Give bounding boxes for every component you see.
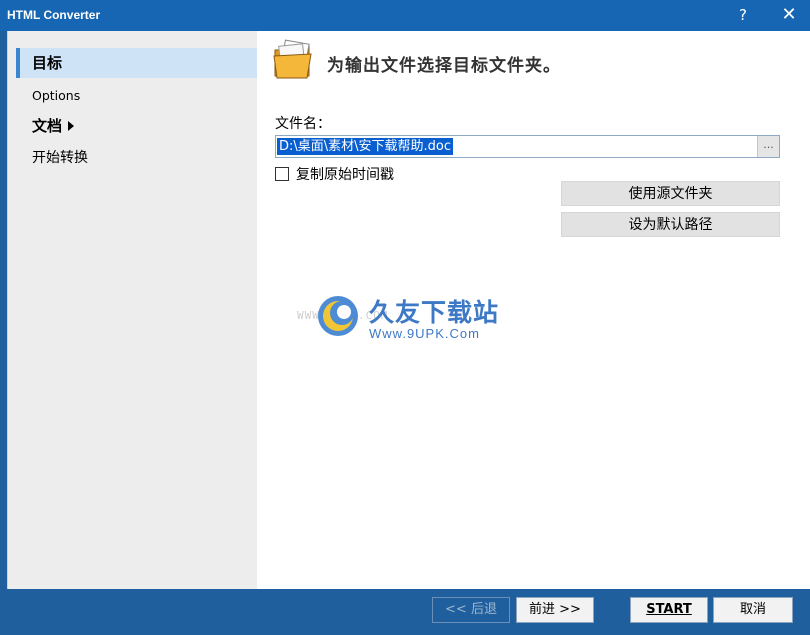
copy-timestamp-label: 复制原始时间戳 (296, 167, 394, 183)
watermark-logo-icon (318, 296, 358, 336)
window-title: HTML Converter (7, 8, 101, 22)
copy-timestamp-checkbox[interactable] (275, 167, 289, 181)
watermark-url: Www.9UPK.Com (369, 326, 480, 341)
file-name-label: 文件名： (275, 116, 331, 132)
title-bar: HTML Converter ? ✕ (0, 0, 810, 31)
close-button[interactable]: ✕ (774, 4, 804, 26)
help-button[interactable]: ? (728, 4, 758, 26)
folder-icon (273, 39, 312, 79)
sidebar-item-label: 开始转换 (32, 150, 88, 166)
browse-button[interactable]: ... (757, 136, 779, 157)
chevron-right-icon (68, 120, 75, 131)
file-name-value: D:\桌面\素材\安下载帮助.doc (277, 138, 454, 155)
watermark-brand: 久友下载站 (369, 298, 500, 327)
sidebar-item-options[interactable]: Options (16, 81, 257, 111)
sidebar-item-label: 文档 (32, 117, 63, 135)
content-area: 目标 Options 文档 开始转换 为输出文件选择目标文件夹。 文件名： D:… (7, 31, 810, 589)
back-button[interactable]: << 后退 (432, 597, 510, 623)
file-name-input[interactable]: D:\桌面\素材\安下载帮助.doc ... (275, 135, 780, 158)
footer-bar: << 后退 前进 >> START 取消 (7, 589, 809, 635)
main-panel: 为输出文件选择目标文件夹。 文件名： D:\桌面\素材\安下载帮助.doc ..… (257, 31, 810, 589)
copy-timestamp-option[interactable]: 复制原始时间戳 (275, 164, 394, 184)
app-window: HTML Converter ? ✕ 目标 Options 文档 开始转换 为输… (0, 0, 810, 635)
watermark: WWW.9UPK.COM 久友下载站 Www.9UPK.Com (297, 289, 537, 369)
next-button[interactable]: 前进 >> (516, 597, 594, 623)
sidebar-item-start-conversion[interactable]: 开始转换 (16, 143, 257, 173)
set-default-path-button[interactable]: 设为默认路径 (561, 212, 780, 237)
sidebar: 目标 Options 文档 开始转换 (8, 31, 257, 589)
start-button[interactable]: START (630, 597, 708, 623)
sidebar-item-target[interactable]: 目标 (16, 48, 257, 78)
page-heading: 为输出文件选择目标文件夹。 (327, 56, 561, 76)
sidebar-item-label: Options (32, 88, 81, 103)
use-source-folder-button[interactable]: 使用源文件夹 (561, 181, 780, 206)
sidebar-item-label: 目标 (32, 54, 63, 72)
cancel-button[interactable]: 取消 (713, 597, 793, 623)
sidebar-item-documents[interactable]: 文档 (16, 111, 257, 141)
